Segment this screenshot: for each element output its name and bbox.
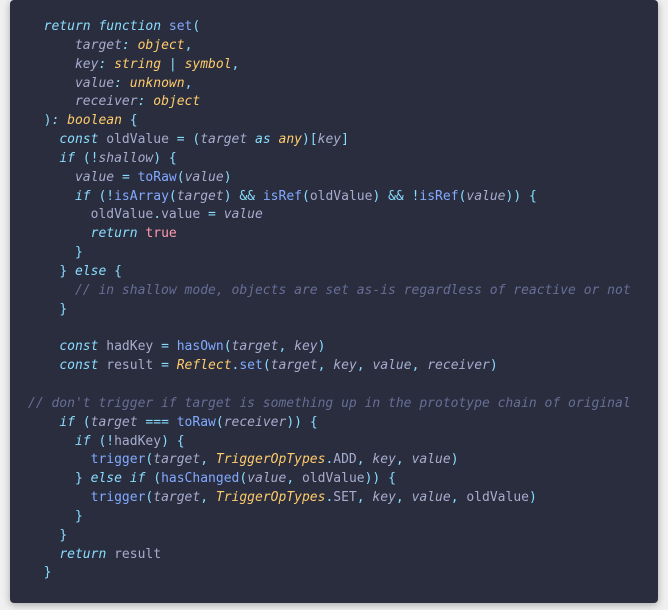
code-line: }: [10, 244, 658, 263]
code-line: }: [10, 527, 658, 546]
code-pre: return function set( target: object, key…: [10, 18, 658, 583]
code-line: } else {: [10, 263, 658, 282]
code-line: if (target === toRaw(receiver)) {: [10, 414, 658, 433]
code-line: return true: [10, 225, 658, 244]
code-line: }: [10, 564, 658, 583]
code-line: // don't trigger if target is something …: [10, 395, 658, 414]
code-line: target: object,: [10, 37, 658, 56]
code-line: } else if (hasChanged(value, oldValue)) …: [10, 470, 658, 489]
code-line: ): boolean {: [10, 112, 658, 131]
code-line: if (!isArray(target) && isRef(oldValue) …: [10, 188, 658, 207]
code-block: return function set( target: object, key…: [10, 0, 658, 603]
code-line: const hadKey = hasOwn(target, key): [10, 338, 658, 357]
code-line: trigger(target, TriggerOpTypes.ADD, key,…: [10, 451, 658, 470]
code-line: value = toRaw(value): [10, 169, 658, 188]
code-line: return result: [10, 546, 658, 565]
code-line: oldValue.value = value: [10, 206, 658, 225]
code-line: }: [10, 301, 658, 320]
code-line: const oldValue = (target as any)[key]: [10, 131, 658, 150]
code-line: return function set(: [10, 18, 658, 37]
code-line: trigger(target, TriggerOpTypes.SET, key,…: [10, 489, 658, 508]
code-line: [10, 320, 658, 339]
code-line: value: unknown,: [10, 75, 658, 94]
code-line: }: [10, 508, 658, 527]
code-line: if (!hadKey) {: [10, 433, 658, 452]
code-line: key: string | symbol,: [10, 56, 658, 75]
code-line: if (!shallow) {: [10, 150, 658, 169]
code-line: receiver: object: [10, 93, 658, 112]
code-line: [10, 376, 658, 395]
code-line: const result = Reflect.set(target, key, …: [10, 357, 658, 376]
code-content: return function set( target: object, key…: [10, 18, 658, 583]
code-line: // in shallow mode, objects are set as-i…: [10, 282, 658, 301]
